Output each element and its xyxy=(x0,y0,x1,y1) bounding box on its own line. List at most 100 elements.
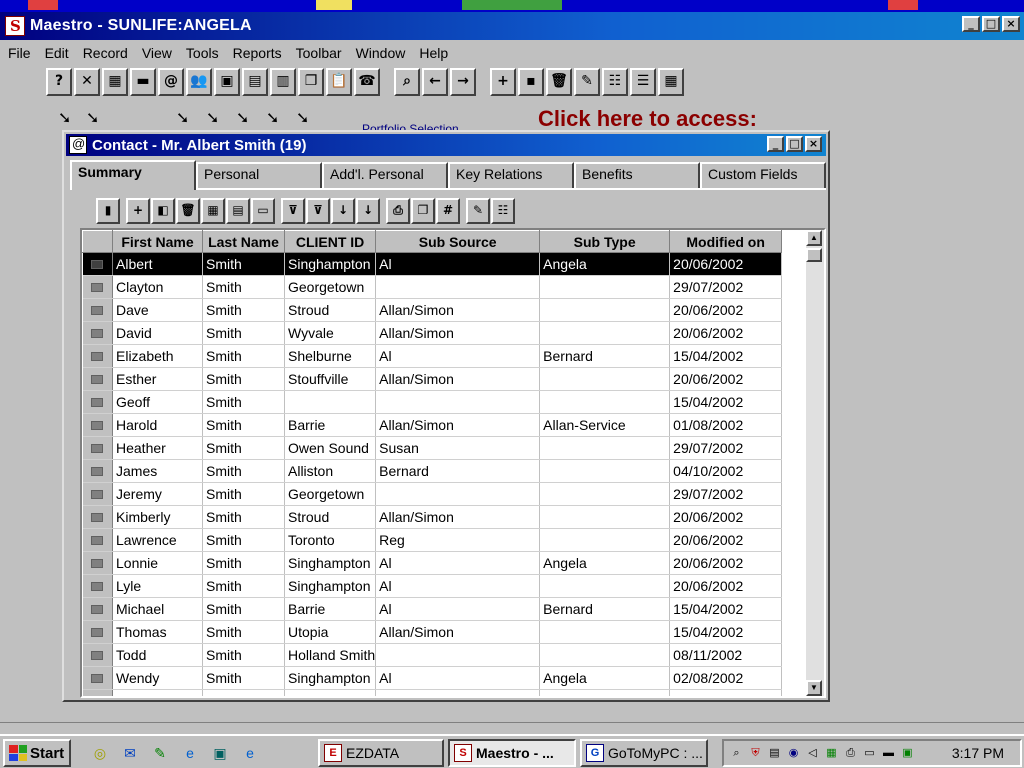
table-row[interactable]: Heather Smith Owen Sound Susan 29/07/2002 xyxy=(82,436,783,460)
sub-source-cell[interactable]: Al xyxy=(375,344,541,368)
row-selector[interactable] xyxy=(82,666,113,690)
vertical-scrollbar[interactable]: ▲ ▼ xyxy=(806,230,824,696)
client-id-cell[interactable]: Singhampton xyxy=(284,252,377,276)
last-name-cell[interactable]: Smith xyxy=(202,528,285,552)
sub-source-cell[interactable]: Allan/Simon xyxy=(375,367,541,391)
modified-on-cell[interactable]: 20/06/2002 xyxy=(669,298,783,322)
menu-file[interactable]: File xyxy=(8,45,31,61)
pin-icon[interactable]: ➘ xyxy=(236,108,249,128)
row-selector[interactable] xyxy=(82,643,113,667)
tab-benefits[interactable]: Benefits xyxy=(574,162,700,188)
report-icon[interactable]: ▤ xyxy=(226,198,250,224)
messenger-icon[interactable]: ◉ xyxy=(785,745,802,762)
scroll-down-button[interactable]: ▼ xyxy=(806,680,822,696)
add-icon[interactable]: + xyxy=(126,198,150,224)
table-row[interactable]: Albert Smith Singhampton Al Angela 20/06/2002 xyxy=(82,252,783,276)
row-selector[interactable] xyxy=(82,344,113,368)
row-selector[interactable] xyxy=(82,298,113,322)
sort-desc-icon[interactable]: ↓ xyxy=(356,198,380,224)
copy-icon[interactable]: ❐ xyxy=(411,198,435,224)
first-name-cell[interactable]: David xyxy=(112,321,203,345)
sub-type-cell[interactable] xyxy=(539,574,671,598)
last-name-cell[interactable]: Smith xyxy=(202,574,285,598)
sub-source-cell[interactable] xyxy=(375,390,541,414)
sub-source-cell[interactable] xyxy=(375,275,541,299)
minimize-button[interactable]: _ xyxy=(962,16,980,32)
form-icon[interactable]: ☰ xyxy=(630,68,656,96)
modified-on-cell[interactable]: 08/11/2002 xyxy=(669,643,783,667)
close-button[interactable]: × xyxy=(1002,16,1020,32)
sub-source-cell[interactable]: Allan/Simon xyxy=(375,298,541,322)
sub-source-cell[interactable]: Al xyxy=(375,551,541,575)
blank-icon[interactable]: ▮ xyxy=(96,198,120,224)
desktop-icon[interactable]: ▣ xyxy=(210,743,230,763)
client-id-cell[interactable]: Stouffville xyxy=(284,367,377,391)
menu-record[interactable]: Record xyxy=(83,45,128,61)
last-name-cell[interactable]: Smith xyxy=(202,436,285,460)
first-name-cell[interactable]: Kimberly xyxy=(112,505,203,529)
col-first-name[interactable]: First Name xyxy=(112,230,203,253)
modified-on-cell[interactable]: 20/06/2002 xyxy=(669,574,783,598)
col-client-id[interactable]: CLIENT ID xyxy=(283,230,377,253)
sub-source-cell[interactable]: Bernard xyxy=(375,459,541,483)
sub-type-cell[interactable] xyxy=(539,528,671,552)
quicklaunch-icon[interactable]: ◎ xyxy=(90,743,110,763)
last-name-cell[interactable]: Smith xyxy=(202,298,285,322)
modified-on-cell[interactable]: 15/04/2002 xyxy=(669,344,783,368)
delete-icon[interactable]: 🗑 xyxy=(176,198,200,224)
table-row[interactable]: Thomas Smith Utopia Allan/Simon 15/04/2002 xyxy=(82,620,783,644)
sub-source-cell[interactable]: Allan/Simon xyxy=(375,505,541,529)
sub-type-cell[interactable]: Bernard xyxy=(539,597,671,621)
delete-icon[interactable]: 🗑 xyxy=(546,68,572,96)
client-id-cell[interactable]: Georgetown xyxy=(284,482,377,506)
table-row[interactable]: Jeremy Smith Georgetown 29/07/2002 xyxy=(82,482,783,506)
modified-on-cell[interactable]: 20/06/2002 xyxy=(669,551,783,575)
modified-on-cell[interactable]: 02/08/2002 xyxy=(669,666,783,690)
sub-source-cell[interactable]: Al xyxy=(375,252,541,276)
client-id-cell[interactable]: Utopia xyxy=(284,620,377,644)
sub-type-cell[interactable] xyxy=(539,620,671,644)
table-row[interactable]: James Smith Alliston Bernard 04/10/2002 xyxy=(82,459,783,483)
table-row[interactable]: Esther Smith Stouffville Allan/Simon 20/06/2… xyxy=(82,367,783,391)
help-icon[interactable]: ? xyxy=(46,68,72,96)
minus-icon[interactable]: ▬ xyxy=(130,68,156,96)
arrow-right-icon[interactable]: → xyxy=(450,68,476,96)
row-selector[interactable] xyxy=(82,459,113,483)
last-name-cell[interactable]: Smith xyxy=(202,367,285,391)
last-name-cell[interactable]: Smith xyxy=(202,413,285,437)
modified-on-cell[interactable]: 15/04/2002 xyxy=(669,597,783,621)
row-selector[interactable] xyxy=(82,597,113,621)
sub-source-cell[interactable]: Allan/Simon xyxy=(375,321,541,345)
scroll-thumb[interactable] xyxy=(806,248,822,262)
notepad-icon[interactable]: ✎ xyxy=(150,743,170,763)
table-row[interactable]: Lonnie Smith Singhampton Al Angela 20/06/2002 xyxy=(82,551,783,575)
list-icon[interactable]: ▥ xyxy=(270,68,296,96)
printer-icon[interactable]: ⎙ xyxy=(842,745,859,762)
last-name-cell[interactable]: Smith xyxy=(202,344,285,368)
row-selector[interactable] xyxy=(82,505,113,529)
phone-icon[interactable]: ☎ xyxy=(354,68,380,96)
col-modified-on[interactable]: Modified on xyxy=(669,230,783,253)
pin-icon[interactable]: ➘ xyxy=(58,108,71,128)
last-name-cell[interactable]: Smith xyxy=(202,459,285,483)
pin-icon[interactable]: ➘ xyxy=(206,108,219,128)
first-name-cell[interactable]: Heather xyxy=(112,436,203,460)
sub-source-cell[interactable]: Al xyxy=(375,597,541,621)
table-row[interactable]: Wendy Smith Singhampton Al Angela 02/08/2002 xyxy=(82,666,783,690)
sub-type-cell[interactable]: Angela xyxy=(539,252,671,276)
sub-type-cell[interactable]: Allan-Service xyxy=(539,413,671,437)
globe-icon[interactable]: @ xyxy=(158,68,184,96)
client-id-cell[interactable]: Barrie xyxy=(284,597,377,621)
modified-on-cell[interactable]: 20/06/2002 xyxy=(669,367,783,391)
client-id-cell[interactable]: Stroud xyxy=(284,505,377,529)
pin-icon[interactable]: ➘ xyxy=(86,108,99,128)
maestro-app-icon[interactable] xyxy=(5,16,25,36)
columns-icon[interactable]: ☷ xyxy=(491,198,515,224)
clear-filter-icon[interactable]: ⊽ xyxy=(306,198,330,224)
client-id-cell[interactable] xyxy=(284,689,377,696)
main-title-bar[interactable]: Maestro - SUNLIFE:ANGELA _ □ × xyxy=(0,12,1024,40)
contact-window-icon[interactable] xyxy=(69,136,87,154)
first-name-cell[interactable]: Todd xyxy=(112,643,203,667)
contact-title-bar[interactable]: Contact - Mr. Albert Smith (19) _ □ × xyxy=(66,134,826,156)
last-name-cell[interactable]: Smith xyxy=(202,620,285,644)
